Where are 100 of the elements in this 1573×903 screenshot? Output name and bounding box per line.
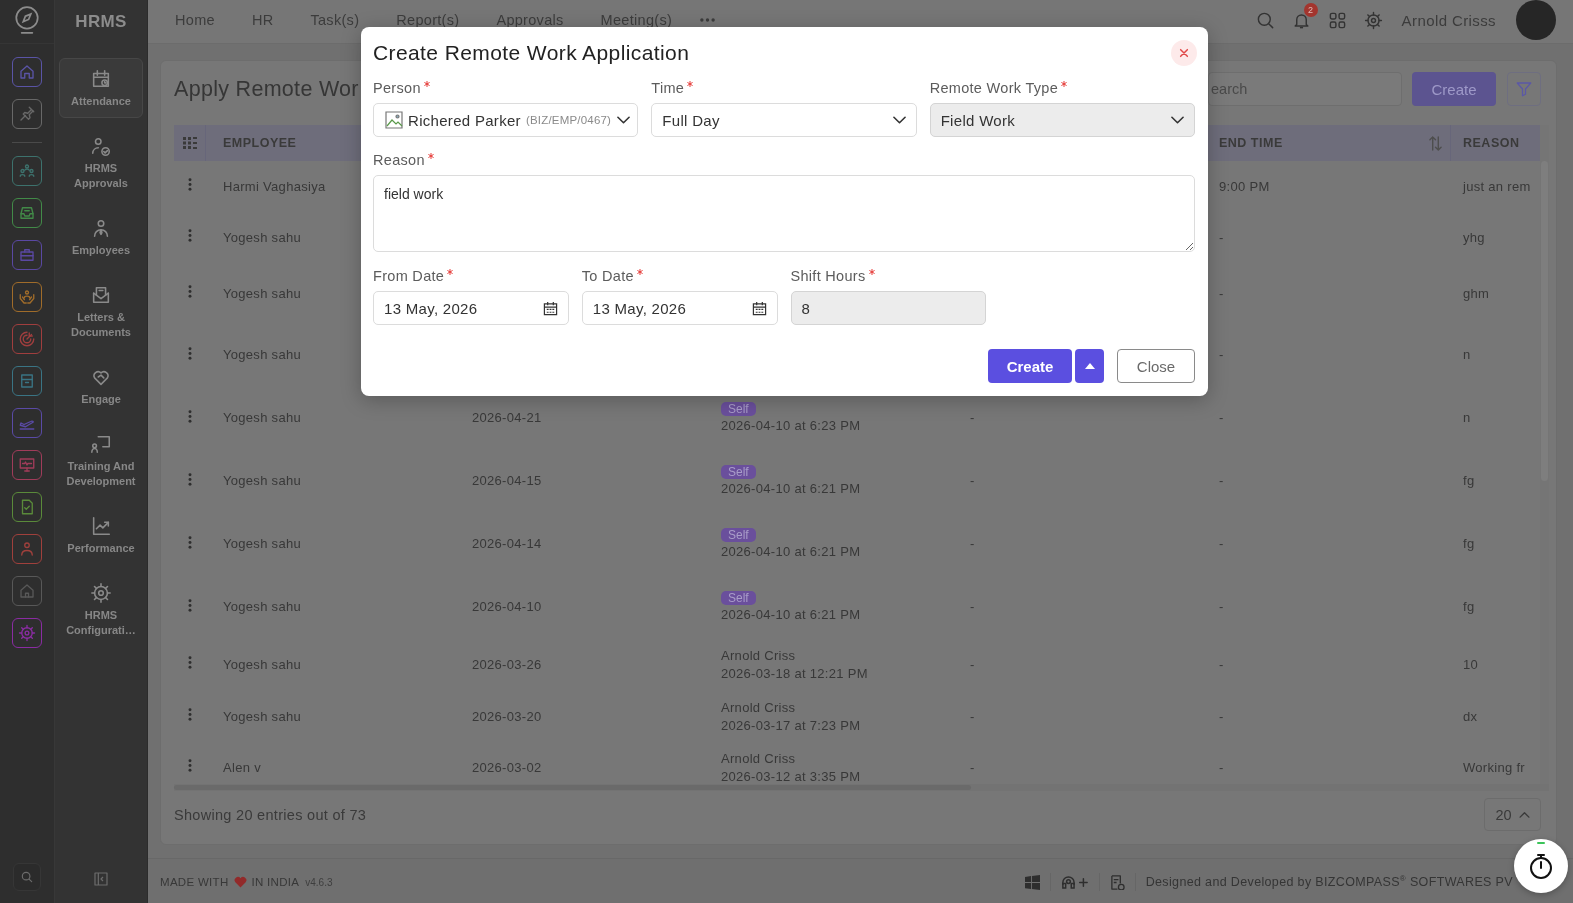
- calendar-icon[interactable]: [751, 300, 767, 316]
- credit-text: Designed and Developed by BIZCOMPASS$^{®}$ SOFTWARES PV: [1145, 874, 1513, 890]
- windows-logo-icon[interactable]: [1024, 874, 1040, 890]
- table-cell: -: [970, 655, 975, 673]
- date-field[interactable]: 13 May, 2026: [581, 291, 778, 325]
- tag-badge: Self: [721, 527, 756, 542]
- table-cell: -: [1219, 346, 1224, 363]
- more-options-icon[interactable]: [188, 346, 192, 360]
- person-select[interactable]: Richered Parker (BIZ/EMP/0467): [373, 103, 639, 137]
- home-icon[interactable]: [12, 57, 42, 87]
- table-cell: Yogesh sahu: [223, 284, 301, 302]
- create-button[interactable]: Create: [1412, 72, 1496, 106]
- table-cell: fg: [1463, 598, 1475, 615]
- table-cell: -: [1219, 409, 1224, 426]
- chevron-down-icon: [617, 116, 631, 124]
- column-settings-icon[interactable]: [182, 137, 197, 149]
- more-options-icon[interactable]: [188, 472, 192, 486]
- table-cell: 10: [1463, 655, 1479, 673]
- plane-icon[interactable]: [12, 408, 42, 438]
- nav-link[interactable]: HR: [251, 11, 274, 28]
- more-options-icon[interactable]: [188, 178, 192, 191]
- close-icon[interactable]: [1171, 40, 1197, 66]
- sidebar-item[interactable]: Attendance: [59, 58, 143, 118]
- timestamp-text: 2026-03-17 at 7:23 PM: [721, 716, 861, 734]
- sidebar-item[interactable]: Employees: [59, 207, 143, 267]
- table-cell: Yogesh sahu: [223, 472, 301, 489]
- document-icon[interactable]: [1109, 874, 1125, 890]
- table-cell: -: [1219, 472, 1224, 489]
- dialog-title: Create Remote Work Application: [373, 41, 690, 65]
- nav-link[interactable]: Task(s): [310, 11, 360, 28]
- target-icon[interactable]: [12, 324, 42, 354]
- table-cell: -: [1219, 535, 1224, 552]
- close-button[interactable]: Close: [1117, 349, 1195, 383]
- hands-person-icon[interactable]: [12, 282, 42, 312]
- more-options-icon[interactable]: [188, 656, 192, 669]
- timestamp-text: 2026-04-10 at 6:21 PM: [721, 605, 861, 623]
- table-cell: just an rem: [1463, 177, 1531, 195]
- table-cell: 2026-04-21: [472, 409, 542, 426]
- date-field[interactable]: 13 May, 2026: [373, 291, 569, 325]
- document-check-icon[interactable]: [12, 492, 42, 522]
- column-header[interactable]: END TIME: [1219, 136, 1283, 150]
- more-options-icon[interactable]: [188, 759, 192, 772]
- calendar-icon[interactable]: [542, 300, 558, 316]
- chevron-up-icon: [1518, 811, 1530, 818]
- select-field[interactable]: Full Day: [651, 103, 917, 137]
- calendar-clock-icon: [90, 68, 112, 90]
- headset-add-icon[interactable]: [1060, 874, 1089, 890]
- tray-icon[interactable]: [12, 198, 42, 228]
- search-icon[interactable]: [13, 863, 41, 891]
- more-icon[interactable]: [700, 17, 716, 22]
- timestamp-text: 2026-04-10 at 6:21 PM: [721, 479, 861, 497]
- more-options-icon[interactable]: [188, 598, 192, 612]
- table-cell: -: [970, 472, 975, 489]
- sort-icon[interactable]: [1429, 135, 1442, 151]
- applicant-name: Arnold Criss: [721, 646, 796, 664]
- timestamp-text: 2026-04-10 at 6:21 PM: [721, 542, 861, 560]
- avatar-placeholder[interactable]: [1516, 0, 1556, 40]
- sidebar-item[interactable]: Engage: [59, 356, 143, 416]
- pin-icon[interactable]: [12, 99, 42, 129]
- people-icon[interactable]: [12, 156, 42, 186]
- applicant-name: Arnold Criss: [721, 698, 796, 716]
- monitor-icon[interactable]: [12, 450, 42, 480]
- more-options-icon[interactable]: [188, 285, 192, 298]
- house-icon[interactable]: [12, 576, 42, 606]
- sidebar-item[interactable]: Letters & Documents: [59, 274, 143, 349]
- page-size-select[interactable]: 20: [1484, 798, 1541, 831]
- nav-link[interactable]: Approvals: [496, 11, 564, 28]
- column-header[interactable]: REASON: [1463, 136, 1520, 150]
- user-name[interactable]: Arnold Crisss: [1401, 12, 1496, 29]
- stopwatch-icon[interactable]: [1514, 839, 1568, 893]
- briefcase-icon[interactable]: [12, 240, 42, 270]
- sidebar-item[interactable]: Performance: [59, 505, 143, 565]
- table-cell: -: [970, 598, 975, 615]
- sidebar-item[interactable]: HRMS Configurati…: [59, 572, 143, 647]
- table-cell: fg: [1463, 535, 1475, 552]
- more-options-icon[interactable]: [188, 409, 192, 423]
- search-icon[interactable]: [1255, 11, 1275, 30]
- nav-link[interactable]: Report(s): [396, 11, 460, 28]
- timestamp-text: 2026-04-10 at 6:23 PM: [721, 416, 861, 434]
- nav-link[interactable]: Meeting(s): [600, 11, 673, 28]
- column-header[interactable]: EMPLOYEE: [223, 136, 297, 150]
- more-options-icon[interactable]: [188, 708, 192, 721]
- table-cell: Yogesh sahu: [223, 535, 301, 552]
- settings-icon[interactable]: [1363, 11, 1383, 30]
- person-icon[interactable]: [12, 534, 42, 564]
- nav-link[interactable]: Home: [175, 11, 215, 28]
- more-options-icon[interactable]: [188, 229, 192, 242]
- more-options-icon[interactable]: [188, 535, 192, 549]
- sidebar-item[interactable]: HRMS Approvals: [59, 125, 143, 200]
- sidebar-item[interactable]: Training And Development: [59, 423, 143, 498]
- apps-grid-icon[interactable]: [1327, 11, 1347, 30]
- archive-icon[interactable]: [12, 366, 42, 396]
- reason-text-area[interactable]: field work: [373, 175, 1195, 252]
- caret-up-icon[interactable]: [1075, 349, 1104, 383]
- collapse-sidebar-icon[interactable]: [93, 871, 109, 887]
- gear-icon[interactable]: [12, 618, 42, 648]
- table-cell: 2026-03-20: [472, 707, 542, 725]
- create-button[interactable]: Create: [988, 349, 1072, 383]
- table-cell: -: [1219, 707, 1224, 725]
- compass-logo-icon[interactable]: [14, 5, 40, 35]
